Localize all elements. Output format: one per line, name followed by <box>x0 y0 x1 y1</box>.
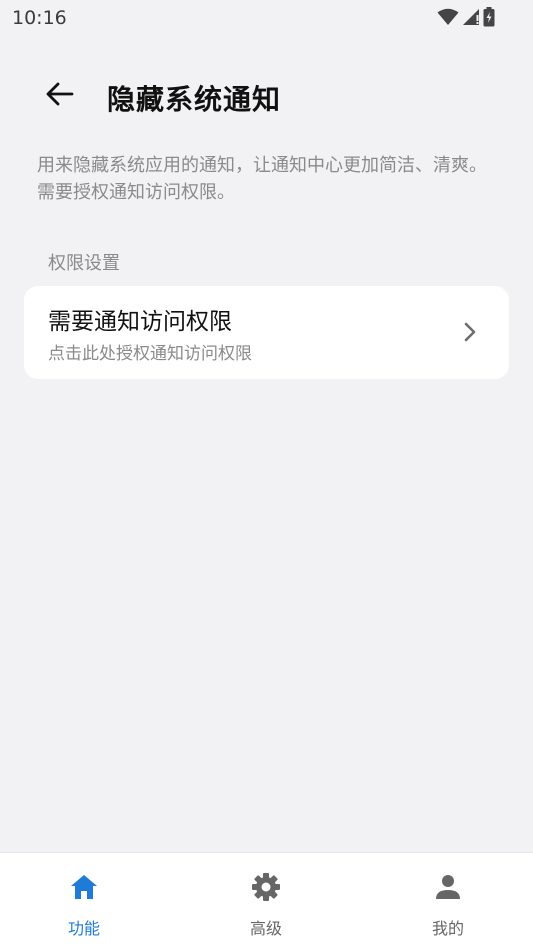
home-icon <box>68 871 100 903</box>
status-time: 10:16 <box>12 7 67 29</box>
page-description: 用来隐藏系统应用的通知，让通知中心更加简洁、清爽。需要授权通知访问权限。 <box>37 155 487 203</box>
section-label: 权限设置 <box>48 253 120 274</box>
gear-icon <box>250 871 282 903</box>
page-title: 隐藏系统通知 <box>107 83 282 116</box>
bottom-nav: 功能 高级 我的 <box>0 852 533 949</box>
status-bar: 10:16 <box>0 0 533 36</box>
nav-item-profile[interactable]: 我的 <box>388 853 508 949</box>
person-icon <box>432 871 464 903</box>
card-title: 需要通知访问权限 <box>48 309 232 335</box>
arrow-left-icon <box>46 82 74 110</box>
status-icons <box>437 7 495 31</box>
chevron-right-icon <box>463 321 477 343</box>
battery-icon <box>483 7 495 31</box>
card-subtitle: 点击此处授权通知访问权限 <box>48 344 252 364</box>
signal-icon <box>462 8 480 30</box>
wifi-icon <box>437 8 459 30</box>
nav-label-features: 功能 <box>67 919 100 938</box>
nav-item-advanced[interactable]: 高级 <box>206 853 326 949</box>
header: 隐藏系统通知 <box>0 72 533 122</box>
nav-label-advanced: 高级 <box>249 919 282 938</box>
nav-item-features[interactable]: 功能 <box>24 853 144 949</box>
notification-access-card[interactable]: 需要通知访问权限 点击此处授权通知访问权限 <box>24 286 509 379</box>
back-button[interactable] <box>44 80 76 112</box>
nav-label-profile: 我的 <box>431 919 464 938</box>
